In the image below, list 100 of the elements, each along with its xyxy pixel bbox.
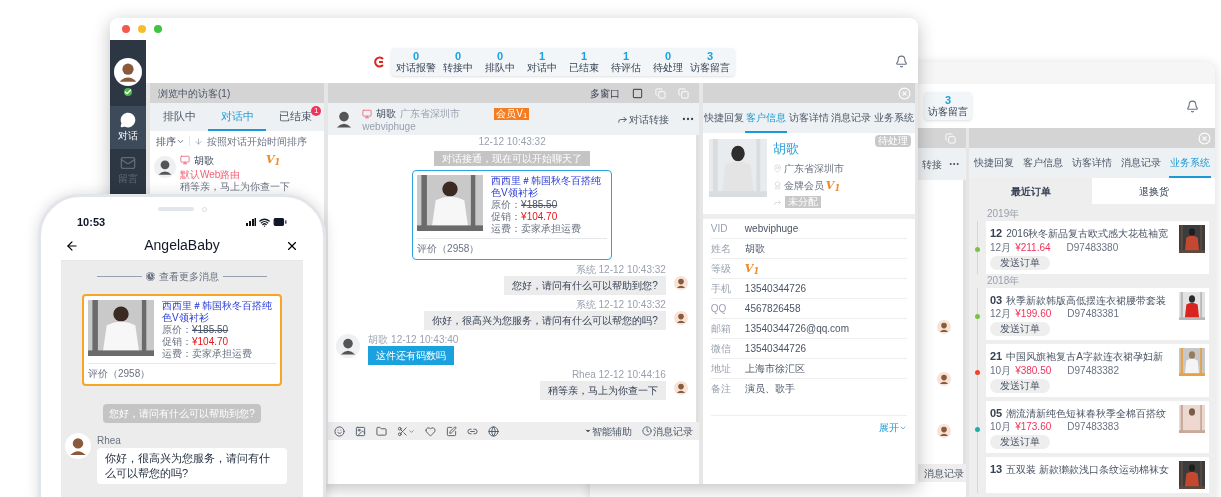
emoji-icon[interactable] [334,425,346,437]
send-order-button[interactable]: 发送订单 [990,255,1050,270]
tab[interactable]: 业务系统 [872,103,915,133]
sort-dropdown[interactable]: 排序 [156,133,185,149]
field-label: 地址 [710,362,732,375]
order-day: 21 [990,348,1003,365]
sale-price: ¥104.70 [192,336,229,348]
message-meta: 系统 12-12 10:43:32 [575,299,666,311]
stat-value: 1 [538,49,546,62]
tab[interactable]: 访客详情 [1070,148,1113,178]
tab[interactable]: 退换货 [1092,178,1215,204]
note-field[interactable]: 演员、歌手 [744,382,907,412]
back-icon[interactable] [65,238,79,253]
tab[interactable]: 访客详情 [787,103,830,133]
last-message: 稍等亲，马上为你查一下 [180,180,290,193]
customer-location: 广东省深圳市 [783,161,844,176]
wifi-icon [259,216,270,228]
field-label: 微信 [710,342,732,355]
price-label: 原价： [162,324,192,336]
avatar [673,276,688,290]
avatar [937,372,951,386]
message-bubble: 你好，很高兴为您服务，请问有什么可以帮您的吗? [424,311,666,330]
send-order-button[interactable]: 发送订单 [990,435,1050,449]
year-label: 2018年 [986,273,1021,288]
stat-value: 3 [944,94,952,106]
send-order-button[interactable]: 发送订单 [990,322,1050,336]
location-icon [772,163,782,173]
field-label: 手机 [710,282,732,295]
visitor-name: 胡歌 [194,153,214,168]
folder-icon[interactable] [376,425,388,437]
history-button[interactable]: 消息记录 [924,465,964,481]
product-title[interactable]: 西西里＃韩国秋冬百搭纯色V领衬衫 [491,175,608,199]
close-window-button[interactable] [122,25,130,33]
panel-title: 浏览中的访客(1) [158,86,231,101]
order-price: ¥380.50 [1015,364,1052,377]
grade-label: V$_{1}$ [744,262,760,275]
count-badge: 1 [311,106,322,116]
visitor-location: 广东省深圳市 [400,107,461,121]
image-icon[interactable] [355,425,367,437]
grade-label: V$_{1}$ [266,152,281,169]
avatar [937,320,951,334]
message-bubble: 这件还有码数吗 [368,346,455,365]
customer-name: 胡歌 [772,140,800,158]
field-label: 备注 [710,382,732,395]
stat-label: 待处理 [653,61,683,74]
stat-value: 1 [622,49,630,62]
tab[interactable]: 客户信息 [1021,148,1064,178]
message-bubble: 你好，很高兴为您服务，请问有什么可以帮您的吗? [97,448,287,484]
avatar [65,433,91,459]
field-value: 上海市徐汇区 [744,362,805,375]
tab[interactable]: 已结束 1 [266,103,325,131]
notifications-icon[interactable] [895,55,908,68]
heart-icon[interactable] [425,425,437,437]
scissors-icon[interactable] [397,425,416,437]
order-day: 05 [990,404,1003,421]
monitor-icon [180,155,190,166]
envelope-icon [120,155,136,171]
visitor-name: 胡歌 [376,107,397,121]
stat-value: 3 [706,49,714,62]
avatar [937,424,951,438]
order-month: 10月 [990,421,1012,433]
visitor-item[interactable]: 胡歌 V$_{1}$ 默认Web路由 稍等亲，马上为你查一下 [150,151,325,194]
transfer-button[interactable]: 转接 [922,156,942,172]
product-title[interactable]: 西西里＃韩国秋冬百搭纯色V领衬衫 [162,300,276,324]
tab[interactable]: 快捷回复 [703,103,746,133]
message-bubble: 您好，请问有什么可以帮助到您? [504,276,666,295]
original-price: ¥185.50 [192,324,229,336]
stat-label: 排队中 [485,61,515,74]
order-month: 12月 [990,241,1012,254]
price-label: 促销： [491,211,522,223]
edit-icon[interactable] [446,425,458,437]
order-number: D97483382 [1067,364,1119,377]
maximize-window-button[interactable] [154,25,162,33]
globe-icon[interactable] [488,425,500,437]
tab[interactable]: 快捷回复 [972,148,1015,178]
clock-icon [641,426,652,436]
review-count: 评价（2958） [417,243,480,254]
transfer-button[interactable]: 对话转接 [616,111,669,127]
field-value: 13540344726 [744,282,807,295]
sender-name: Rhea [97,434,122,448]
load-more-link[interactable]: 查看更多消息 [158,269,219,284]
tab[interactable]: 排队中 [150,103,209,131]
stat-value: 1 [580,49,588,62]
notifications-icon[interactable] [1186,99,1199,113]
send-order-button[interactable]: 发送订单 [990,378,1050,393]
single-window-icon[interactable] [631,87,643,99]
tab[interactable]: 消息记录 [1120,148,1163,178]
message-meta: Rhea 12-12 10:44:16 [571,369,666,381]
year-label: 2019年 [986,207,1021,221]
tab[interactable]: 消息记录 [830,103,873,133]
history-button[interactable]: 消息记录 [641,423,693,439]
order-month: 12月 [990,308,1012,320]
field-label: QQ [710,302,728,315]
order-month: 10月 [990,364,1012,377]
avatar [673,381,688,395]
sale-price: ¥104.70 [521,211,558,223]
stat-label: 转接中 [443,61,473,74]
avatar [154,156,176,178]
smart-assist-button[interactable]: 智能辅助 [583,423,632,439]
sidebar-item[interactable]: 对话 [110,106,146,149]
